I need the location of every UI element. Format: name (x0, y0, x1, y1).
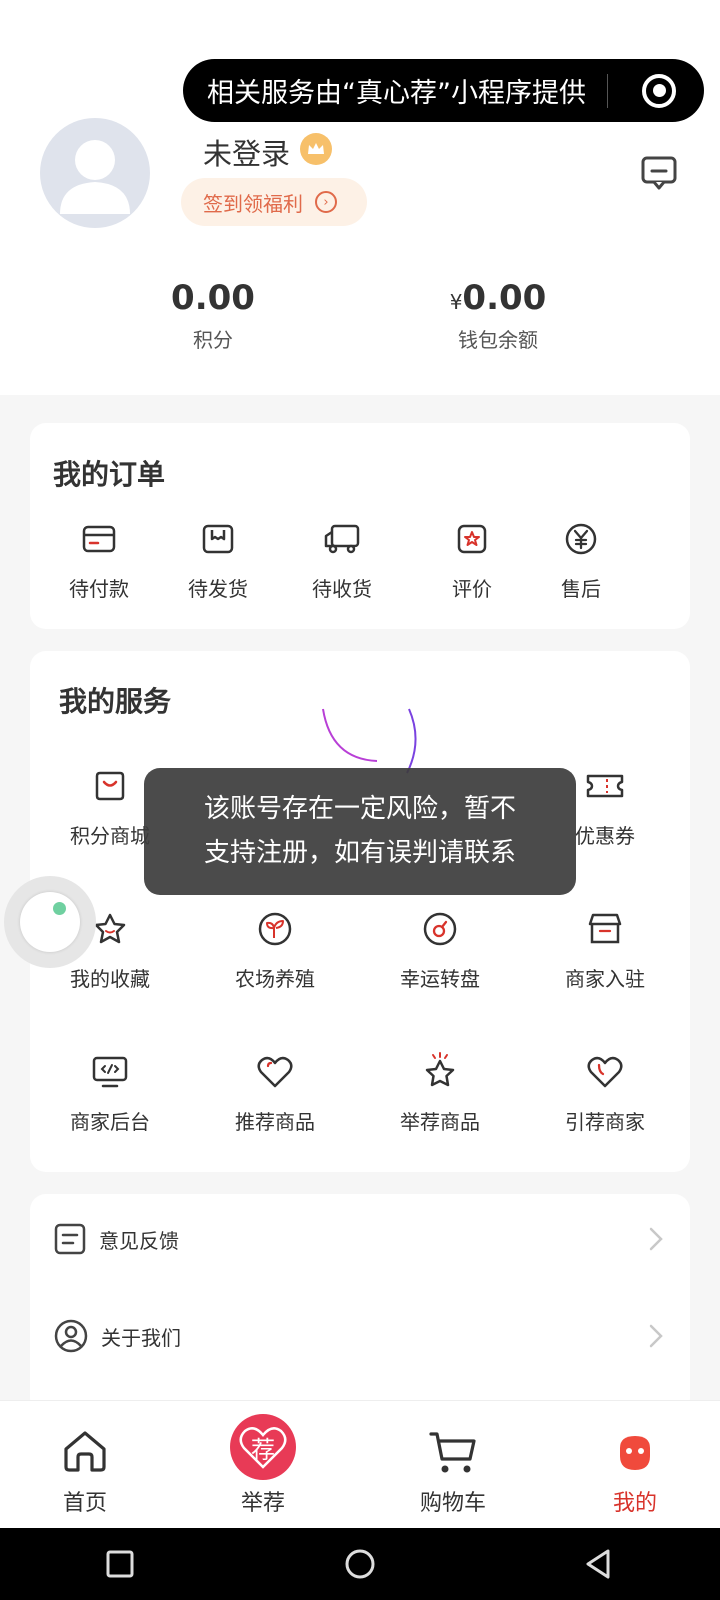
feedback-label: 意见反馈 (99, 1228, 179, 1253)
cart-icon (429, 1432, 476, 1473)
message-icon[interactable] (640, 154, 678, 192)
target-icon[interactable] (642, 73, 676, 108)
order-pending-ship[interactable]: 待发货 (158, 519, 278, 602)
order-label: 待付款 (69, 577, 129, 601)
order-label: 售后 (561, 577, 601, 601)
service-merchant-join[interactable]: 商家入驻 (525, 909, 685, 992)
chevron-right-icon: › (315, 191, 337, 213)
service-label: 商家后台 (70, 1110, 150, 1134)
back-triangle-icon[interactable] (584, 1548, 612, 1580)
spinner-icon (423, 912, 457, 946)
service-label: 农场养殖 (235, 967, 315, 991)
order-label: 待收货 (312, 577, 372, 601)
services-card: 我的服务 积分商城 优惠券 我的收藏 农场养殖 幸运转盘 商家入驻 商家后台 推… (30, 651, 690, 1172)
star-icon (94, 913, 126, 944)
order-pending-payment[interactable]: 待付款 (39, 519, 159, 602)
store-icon (588, 913, 622, 944)
recommend-heart-icon: 荐 (230, 1414, 296, 1480)
floating-assistant-button[interactable] (4, 876, 96, 968)
service-lucky-wheel[interactable]: 幸运转盘 (360, 909, 520, 992)
avatar[interactable] (40, 118, 150, 228)
order-after-sale[interactable]: 售后 (521, 519, 641, 602)
points-stat[interactable]: 0.00 积分 (161, 278, 265, 353)
orders-card: 我的订单 待付款 待发货 待收货 评价 售后 (30, 423, 690, 629)
toast-line-1: 该账号存在一定风险，暂不 (203, 794, 516, 824)
miniprogram-banner-text: 相关服务由“真心荐”小程序提供 (207, 78, 586, 109)
bottom-tab-bar: 首页 荐 举荐 购物车 我的 (0, 1400, 720, 1528)
heart-icon (257, 1056, 293, 1088)
service-label: 引荐商家 (565, 1110, 645, 1134)
chevron-right-icon (649, 1227, 663, 1251)
star-spark-icon (425, 1052, 455, 1087)
user-name[interactable]: 未登录 (203, 131, 290, 173)
order-pending-receive[interactable]: 待收货 (282, 519, 402, 602)
wallet-value: ¥0.00 (449, 278, 547, 318)
recommend-badge-char: 荐 (251, 1435, 275, 1464)
wallet-label: 钱包余额 (458, 328, 538, 352)
service-refer-merchant[interactable]: 引荐商家 (525, 1052, 685, 1135)
ticket-icon (586, 774, 624, 798)
heart-icon (587, 1056, 623, 1088)
signin-label: 签到领福利 (203, 191, 303, 216)
wallet-stat[interactable]: ¥0.00 钱包余额 (438, 278, 558, 353)
order-label: 评价 (452, 577, 492, 601)
settings-list-card: 意见反馈 关于我们 (30, 1194, 690, 1414)
yuan-circle-icon (565, 523, 597, 555)
feedback-doc-icon (54, 1223, 86, 1255)
tab-cart-label: 购物车 (419, 1491, 486, 1516)
star-square-icon (457, 524, 487, 554)
chevron-right-icon (649, 1324, 663, 1348)
feedback-row[interactable]: 意见反馈 (30, 1194, 690, 1284)
home-icon (64, 1431, 106, 1472)
miniprogram-banner[interactable]: 相关服务由“真心荐”小程序提供 (183, 59, 704, 122)
truck-icon (324, 524, 360, 554)
points-value: 0.00 (171, 278, 255, 318)
service-merchant-admin[interactable]: 商家后台 (30, 1052, 190, 1135)
card-icon (82, 525, 116, 553)
toast-line-2: 支持注册，如有误判请联系 (203, 838, 516, 868)
status-dot (53, 902, 66, 915)
profile-header: 相关服务由“真心荐”小程序提供 未登录 签到领福利 › 0.00 积分 ¥0.0… (0, 0, 720, 395)
about-label: 关于我们 (101, 1325, 181, 1350)
shopping-bag-icon (95, 771, 125, 801)
about-row[interactable]: 关于我们 (30, 1291, 690, 1381)
service-nominate-goods[interactable]: 举荐商品 (360, 1052, 520, 1135)
service-recommend-goods[interactable]: 推荐商品 (195, 1052, 355, 1135)
service-farm[interactable]: 农场养殖 (195, 909, 355, 992)
service-label: 商家入驻 (565, 967, 645, 991)
service-label: 举荐商品 (400, 1110, 480, 1134)
service-label: 幸运转盘 (400, 967, 480, 991)
monitor-code-icon (92, 1056, 128, 1088)
crown-icon (300, 133, 332, 165)
orders-title: 我的订单 (53, 458, 166, 491)
service-label: 推荐商品 (235, 1110, 315, 1134)
home-circle-icon[interactable] (344, 1548, 376, 1580)
sprout-icon (258, 912, 292, 946)
order-label: 待发货 (188, 577, 248, 601)
points-label: 积分 (193, 328, 233, 352)
user-circle-icon (54, 1319, 88, 1353)
tab-home-label: 首页 (62, 1491, 107, 1516)
risk-toast: 该账号存在一定风险，暂不 支持注册，如有误判请联系 (144, 768, 576, 895)
tab-recommend-label: 举荐 (240, 1491, 285, 1516)
profile-face-icon (620, 1436, 650, 1470)
package-icon (202, 524, 234, 554)
tab-profile-label: 我的 (612, 1491, 657, 1516)
recent-apps-icon[interactable] (106, 1550, 134, 1578)
banner-divider (607, 73, 608, 108)
system-navigation-bar (0, 1528, 720, 1600)
services-title: 我的服务 (59, 685, 172, 718)
signin-button[interactable]: 签到领福利 › (181, 178, 367, 226)
order-review[interactable]: 评价 (412, 519, 532, 602)
